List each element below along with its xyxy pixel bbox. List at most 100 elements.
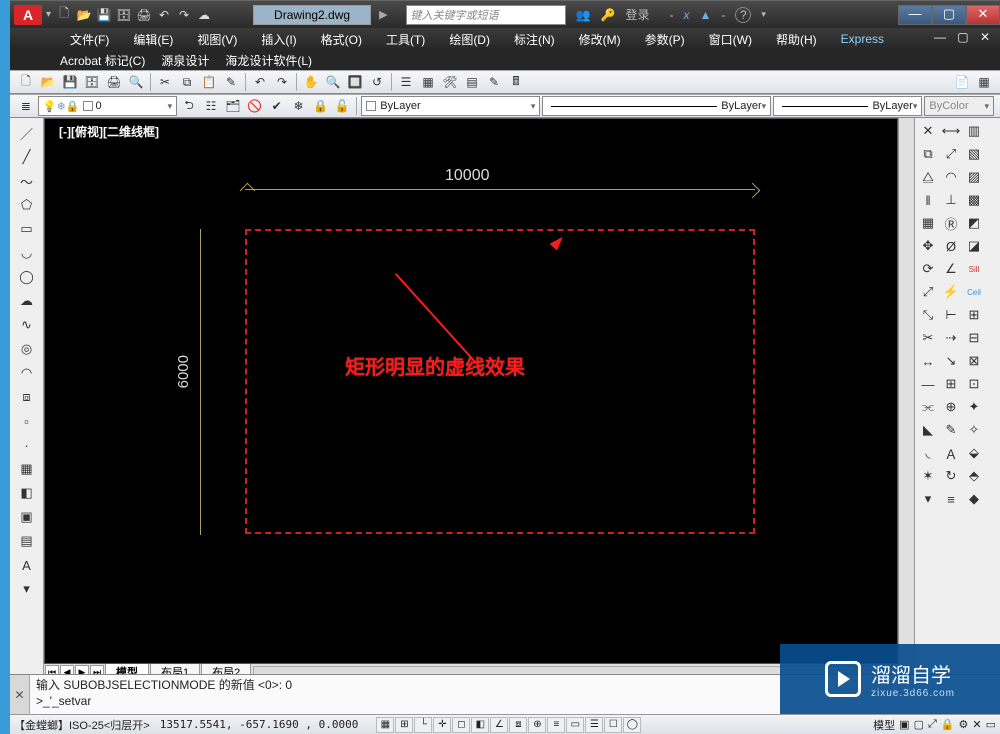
layer-off-icon[interactable]: 🚫: [245, 96, 265, 116]
menu-tools[interactable]: 工具(T): [376, 29, 435, 50]
status-annoscale[interactable]: 【金螳螂】ISO-25<归层开>: [14, 717, 150, 733]
mod-offset-icon[interactable]: ‖: [917, 189, 939, 211]
menu-dimension[interactable]: 标注(N): [504, 29, 565, 50]
ducs-toggle-icon[interactable]: ⧈: [509, 717, 527, 733]
plotstyle-combo[interactable]: ByColor ▾: [924, 96, 994, 116]
dim-linear-icon[interactable]: ⟷: [940, 120, 962, 142]
dim-leader-icon[interactable]: ↘: [940, 350, 962, 372]
dim-radius-icon[interactable]: Ⓡ: [940, 212, 962, 234]
polar-toggle-icon[interactable]: ✛: [433, 717, 451, 733]
exchange-x-icon[interactable]: x: [683, 8, 689, 22]
ext-sill-icon[interactable]: Sill: [963, 258, 985, 280]
draw-rect-icon[interactable]: ▭: [16, 218, 38, 240]
document-tab[interactable]: Drawing2.dwg: [253, 5, 371, 25]
draw-table-icon[interactable]: ▤: [16, 530, 38, 552]
tb-paste-icon[interactable]: 📋: [199, 72, 219, 92]
snap-toggle-icon[interactable]: ▦: [376, 717, 394, 733]
mod-rotate-icon[interactable]: ⟳: [917, 258, 939, 280]
mod-scale-icon[interactable]: ⤢: [917, 281, 939, 303]
mod-fillet-icon[interactable]: ◟: [917, 442, 939, 464]
app-icon[interactable]: A: [14, 5, 42, 25]
tb-cut-icon[interactable]: ✂: [155, 72, 175, 92]
dim-tedit-icon[interactable]: Ａ: [940, 442, 962, 464]
menu-yuanquan[interactable]: 源泉设计: [161, 52, 209, 69]
tb-preview-icon[interactable]: 🔍: [126, 72, 146, 92]
ext-ceil-icon[interactable]: Ceil: [963, 281, 985, 303]
lwt-toggle-icon[interactable]: ≡: [547, 717, 565, 733]
dimension-vertical[interactable]: [200, 229, 220, 535]
draw-polygon-icon[interactable]: ⬠: [16, 194, 38, 216]
tb-copy-icon[interactable]: ⧉: [177, 72, 197, 92]
tb-design-icon[interactable]: ▦: [418, 72, 438, 92]
status-clean-icon[interactable]: ▭: [986, 718, 996, 731]
tb-print-icon[interactable]: 🖨: [104, 72, 124, 92]
grid-toggle-icon[interactable]: ⊞: [395, 717, 413, 733]
layer-color-swatch[interactable]: [83, 101, 93, 111]
tb-saveall-icon[interactable]: 🗄: [82, 72, 102, 92]
mdi-window-controls[interactable]: — ▢ ✕: [934, 30, 994, 44]
lineweight-combo[interactable]: ByLayer ▾: [773, 96, 922, 116]
help-icon[interactable]: ?: [735, 7, 751, 23]
draw-xline-icon[interactable]: ╱: [16, 146, 38, 168]
mod-explode-icon[interactable]: ✶: [917, 465, 939, 487]
model-space-canvas[interactable]: [-][俯视][二维线框] 10000 6000 矩形明显的虚线效果: [44, 118, 898, 664]
menu-hailong[interactable]: 海龙设计软件(L): [225, 52, 312, 69]
dim-quick-icon[interactable]: ⚡: [940, 281, 962, 303]
open-icon[interactable]: 📂: [75, 6, 93, 24]
ext-4-icon[interactable]: ▩: [963, 189, 985, 211]
tpy-toggle-icon[interactable]: ▭: [566, 717, 584, 733]
layer-bulb-icon[interactable]: 💡: [43, 100, 57, 113]
3dosnap-toggle-icon[interactable]: ◧: [471, 717, 489, 733]
dim-cont-icon[interactable]: ⇢: [940, 327, 962, 349]
status-model-label[interactable]: 模型: [873, 717, 895, 733]
tb-redo-icon[interactable]: ↷: [272, 72, 292, 92]
search-input[interactable]: 键入关键字或短语: [406, 5, 566, 25]
draw-pline-icon[interactable]: ～: [16, 170, 38, 192]
tb-props-icon[interactable]: ☰: [396, 72, 416, 92]
menu-file[interactable]: 文件(F): [60, 29, 119, 50]
layer-freeze-icon[interactable]: ❄: [57, 100, 66, 113]
dim-style-icon[interactable]: ≡: [940, 488, 962, 510]
draw-more-icon[interactable]: ▾: [16, 578, 38, 600]
ext-10-icon[interactable]: ⊟: [963, 327, 985, 349]
tb-other-icon[interactable]: ▦: [974, 72, 994, 92]
menu-acrobat[interactable]: Acrobat 标记(C): [60, 52, 145, 69]
ext-14-icon[interactable]: ✧: [963, 419, 985, 441]
layer-states-icon[interactable]: ☷: [201, 96, 221, 116]
tb-save-icon[interactable]: 💾: [60, 72, 80, 92]
tb-pdf-icon[interactable]: 📄: [952, 72, 972, 92]
signin-label[interactable]: 登录: [625, 6, 649, 23]
layer-iso-icon[interactable]: 🗂: [223, 96, 243, 116]
maximize-button[interactable]: ▢: [932, 5, 966, 25]
layer-prev-icon[interactable]: ⮌: [179, 96, 199, 116]
dim-arc-icon[interactable]: ◠: [940, 166, 962, 188]
dim-diam-icon[interactable]: Ø: [940, 235, 962, 257]
tb-tools-icon[interactable]: 🛠: [440, 72, 460, 92]
am-toggle-icon[interactable]: ◯: [623, 717, 641, 733]
status-layout-icon[interactable]: ▣: [899, 718, 909, 731]
dimension-horizontal[interactable]: [245, 189, 755, 209]
status-annoscale-icon[interactable]: ⤢: [928, 718, 937, 731]
close-button[interactable]: ✕: [966, 5, 1000, 25]
draw-circle-icon[interactable]: ◯: [16, 266, 38, 288]
mod-break-icon[interactable]: —: [917, 373, 939, 395]
status-coordinates[interactable]: 13517.5541, -657.1690 , 0.0000: [160, 718, 359, 731]
menu-help[interactable]: 帮助(H): [766, 29, 827, 50]
tb-match-icon[interactable]: ✎: [221, 72, 241, 92]
menu-param[interactable]: 参数(P): [635, 29, 695, 50]
draw-region-icon[interactable]: ▣: [16, 506, 38, 528]
menu-draw[interactable]: 绘图(D): [439, 29, 500, 50]
menu-window[interactable]: 窗口(W): [699, 29, 762, 50]
ext-16-icon[interactable]: ⬘: [963, 465, 985, 487]
layer-lock2-icon[interactable]: 🔒: [311, 96, 331, 116]
ext-12-icon[interactable]: ⊡: [963, 373, 985, 395]
ext-2-icon[interactable]: ▧: [963, 143, 985, 165]
tb-zoom-realtime-icon[interactable]: 🔍: [323, 72, 343, 92]
plotstyle-drop-icon[interactable]: ▾: [985, 101, 990, 112]
drawn-rectangle[interactable]: [245, 229, 755, 534]
menu-insert[interactable]: 插入(I): [251, 29, 306, 50]
menu-edit[interactable]: 编辑(E): [123, 29, 183, 50]
dim-ord-icon[interactable]: ⊥: [940, 189, 962, 211]
tb-zoom-window-icon[interactable]: 🔲: [345, 72, 365, 92]
dim-center-icon[interactable]: ⊕: [940, 396, 962, 418]
